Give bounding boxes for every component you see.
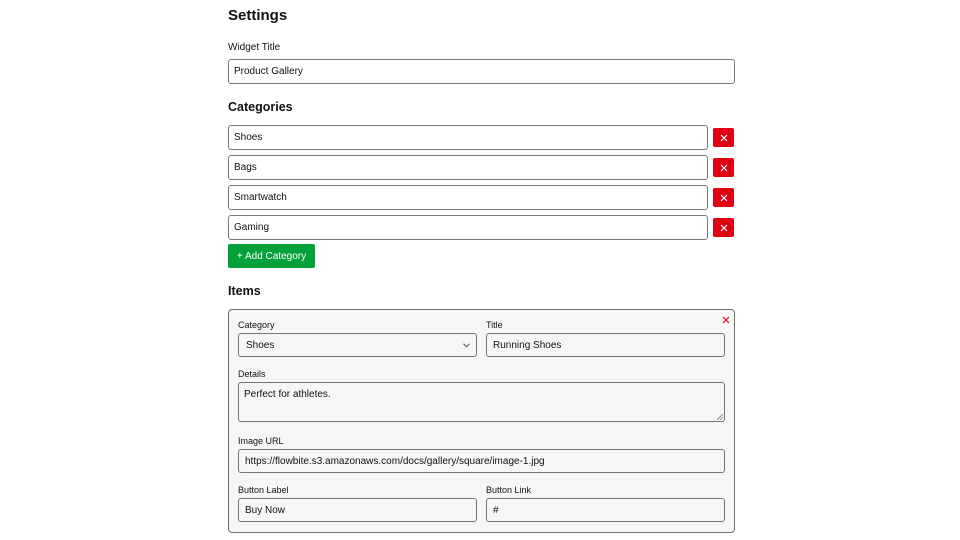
image-url-label: Image URL (238, 436, 284, 446)
button-link-input[interactable] (486, 498, 725, 522)
close-icon (722, 316, 730, 324)
button-link-label: Button Link (486, 485, 532, 495)
remove-category-button[interactable] (713, 218, 734, 237)
details-textarea[interactable]: Perfect for athletes. (238, 382, 725, 422)
chevron-down-icon (463, 342, 470, 347)
remove-category-button[interactable] (713, 158, 734, 177)
items-heading: Items (228, 284, 261, 298)
close-icon (720, 164, 727, 171)
title-label: Title (486, 320, 503, 330)
close-icon (720, 194, 727, 201)
widget-title-input[interactable] (228, 59, 735, 84)
category-input-bags[interactable] (228, 155, 708, 180)
category-input-gaming[interactable] (228, 215, 708, 240)
resize-handle-icon[interactable] (717, 414, 723, 420)
category-input-shoes[interactable] (228, 125, 708, 150)
details-label: Details (238, 369, 266, 379)
widget-title-label: Widget Title (228, 42, 281, 53)
button-label-input[interactable] (238, 498, 477, 522)
item-title-input[interactable] (486, 333, 725, 357)
remove-category-button[interactable] (713, 188, 734, 207)
close-icon (720, 134, 727, 141)
category-label: Category (238, 320, 275, 330)
remove-item-button[interactable] (721, 315, 731, 325)
categories-heading: Categories (228, 100, 293, 114)
image-url-input[interactable] (238, 449, 725, 473)
category-input-smartwatch[interactable] (228, 185, 708, 210)
category-select[interactable]: Shoes (238, 333, 477, 357)
page-title: Settings (228, 7, 288, 24)
button-label-label: Button Label (238, 485, 289, 495)
add-category-button[interactable]: + Add Category (228, 244, 315, 268)
category-select-value: Shoes (246, 339, 275, 351)
remove-category-button[interactable] (713, 128, 734, 147)
close-icon (720, 224, 727, 231)
